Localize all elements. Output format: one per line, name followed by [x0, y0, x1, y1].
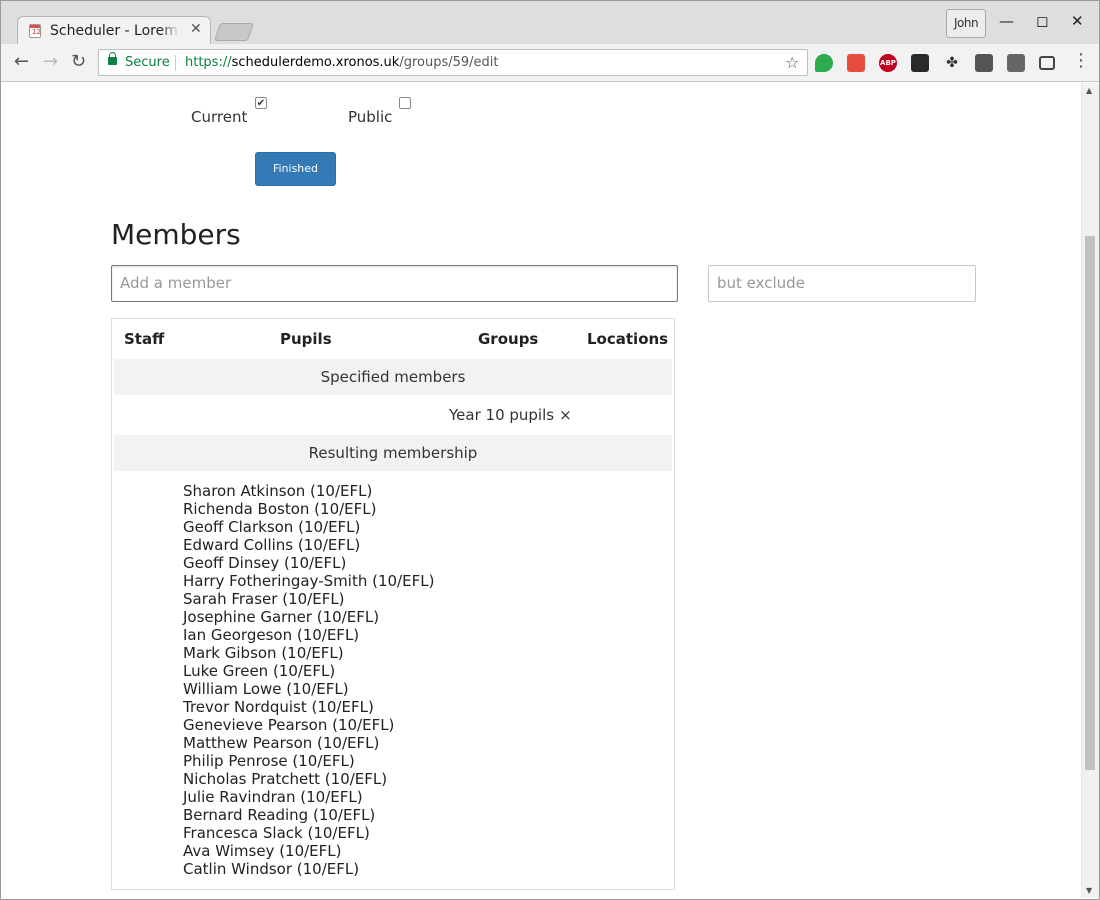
- translate-extension-icon[interactable]: [847, 54, 865, 72]
- column-staff: Staff: [124, 330, 165, 348]
- lock-icon: [108, 52, 117, 65]
- member-list-item: Sharon Atkinson (10/EFL): [183, 482, 373, 500]
- close-window-icon[interactable]: ✕: [1071, 12, 1084, 30]
- member-list-item: Francesca Slack (10/EFL): [183, 824, 370, 842]
- scroll-thumb[interactable]: [1085, 236, 1095, 770]
- member-list-item: Bernard Reading (10/EFL): [183, 806, 376, 824]
- members-heading: Members: [111, 218, 241, 251]
- finished-button[interactable]: Finished: [255, 152, 336, 186]
- public-label: Public: [348, 108, 393, 126]
- member-list-item: Catlin Windsor (10/EFL): [183, 860, 360, 878]
- public-checkbox[interactable]: [399, 97, 411, 109]
- scroll-down-icon[interactable]: ▼: [1086, 886, 1092, 895]
- member-list-item: Sarah Fraser (10/EFL): [183, 590, 345, 608]
- member-list-item: Geoff Clarkson (10/EFL): [183, 518, 361, 536]
- specified-member-chip: Year 10 pupils ×: [449, 406, 572, 424]
- member-list-item: Genevieve Pearson (10/EFL): [183, 716, 395, 734]
- page-content: Current ✔ Public Finished Members Add a …: [1, 83, 1081, 898]
- bookmark-star-icon[interactable]: ☆: [785, 53, 799, 72]
- pacman-extension-icon[interactable]: [911, 54, 929, 72]
- member-list-item: Ian Georgeson (10/EFL): [183, 626, 360, 644]
- calendar-icon: 12: [29, 24, 41, 38]
- member-list-item: Geoff Dinsey (10/EFL): [183, 554, 347, 572]
- tab-close-icon[interactable]: ✕: [190, 21, 202, 37]
- title-bar: 12 Scheduler - Lorem Ipsum ✕ John — ◻ ✕: [1, 1, 1099, 45]
- member-list-item: Nicholas Pratchett (10/EFL): [183, 770, 388, 788]
- scroll-up-icon[interactable]: ▲: [1086, 86, 1092, 95]
- membership-panel: Staff Pupils Groups Locations Specified …: [111, 318, 675, 890]
- new-tab-button[interactable]: [214, 23, 254, 41]
- member-list-item: Julie Ravindran (10/EFL): [183, 788, 363, 806]
- adblock-extension-icon[interactable]: ABP: [879, 54, 897, 72]
- browser-tab[interactable]: 12 Scheduler - Lorem Ipsum ✕: [17, 16, 211, 45]
- current-checkbox[interactable]: ✔: [255, 97, 267, 109]
- column-groups: Groups: [478, 330, 539, 348]
- fullscreen-extension-icon[interactable]: [1039, 56, 1055, 70]
- url-path: /groups/59/edit: [399, 55, 499, 70]
- member-list-item: William Lowe (10/EFL): [183, 680, 349, 698]
- chat-extension-icon[interactable]: [815, 54, 833, 72]
- back-arrow-icon[interactable]: ←: [14, 53, 29, 71]
- specified-members-heading: Specified members: [114, 359, 672, 395]
- member-list-item: Luke Green (10/EFL): [183, 662, 336, 680]
- browser-window: 12 Scheduler - Lorem Ipsum ✕ John — ◻ ✕ …: [0, 0, 1100, 900]
- secure-label: Secure: [125, 55, 170, 70]
- current-label: Current: [191, 108, 248, 126]
- address-bar[interactable]: Secure https://schedulerdemo.xronos.uk/g…: [98, 49, 808, 76]
- remove-chip-icon[interactable]: ×: [559, 406, 572, 424]
- resulting-members-list: Sharon Atkinson (10/EFL) Richenda Boston …: [183, 482, 434, 878]
- member-list-item: Harry Fotheringay-Smith (10/EFL): [183, 572, 435, 590]
- column-locations: Locations: [587, 330, 669, 348]
- member-list-item: Matthew Pearson (10/EFL): [183, 734, 380, 752]
- resulting-membership-heading: Resulting membership: [114, 435, 672, 471]
- member-list-item: Trevor Nordquist (10/EFL): [183, 698, 374, 716]
- member-list-item: Ava Wimsey (10/EFL): [183, 842, 342, 860]
- member-list-item: Josephine Garner (10/EFL): [183, 608, 380, 626]
- address-divider: [175, 55, 176, 71]
- url-text: https://schedulerdemo.xronos.uk/groups/5…: [185, 55, 499, 70]
- member-list-item: Richenda Boston (10/EFL): [183, 500, 377, 518]
- tab-title: Scheduler - Lorem Ipsum: [50, 23, 180, 39]
- add-member-input[interactable]: Add a member: [111, 265, 678, 302]
- exclude-member-input[interactable]: but exclude: [708, 265, 976, 302]
- lightbulb-extension-icon[interactable]: [975, 54, 993, 72]
- url-host: schedulerdemo.xronos.uk: [231, 55, 400, 70]
- paw-extension-icon[interactable]: ✤: [943, 54, 961, 72]
- member-list-item: Edward Collins (10/EFL): [183, 536, 361, 554]
- url-protocol: https://: [185, 55, 232, 70]
- reload-icon[interactable]: ↻: [71, 53, 86, 71]
- profile-button[interactable]: John: [946, 9, 986, 38]
- menu-dots-icon[interactable]: ⋮: [1072, 52, 1090, 70]
- member-list-item: Philip Penrose (10/EFL): [183, 752, 355, 770]
- chip-label: Year 10 pupils: [449, 406, 555, 424]
- maximize-icon[interactable]: ◻: [1036, 12, 1048, 30]
- column-pupils: Pupils: [280, 330, 332, 348]
- forward-arrow-icon[interactable]: →: [43, 53, 58, 71]
- minimize-icon[interactable]: —: [999, 12, 1014, 30]
- browser-toolbar: ← → ↻ Secure https://schedulerdemo.xrono…: [1, 44, 1099, 82]
- page-scrollbar[interactable]: ▲ ▼: [1081, 83, 1099, 898]
- mail-extension-icon[interactable]: [1007, 54, 1025, 72]
- member-list-item: Mark Gibson (10/EFL): [183, 644, 344, 662]
